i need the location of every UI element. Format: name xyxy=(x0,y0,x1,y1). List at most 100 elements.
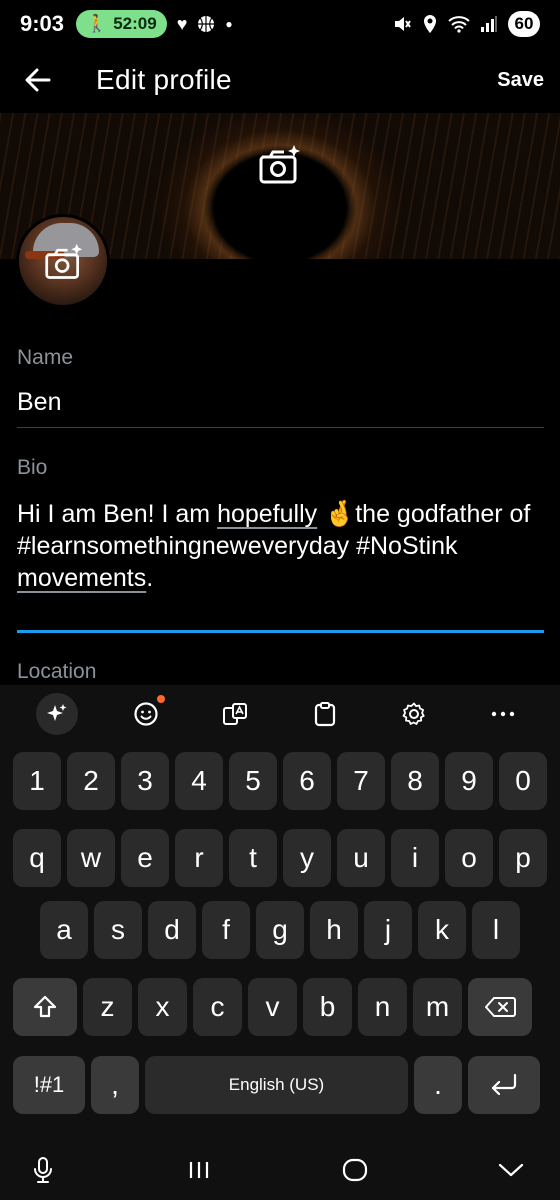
key-v[interactable]: v xyxy=(248,978,297,1036)
home-icon xyxy=(342,1158,368,1182)
signal-icon xyxy=(481,16,497,32)
enter-key[interactable] xyxy=(468,1056,540,1114)
shift-key[interactable] xyxy=(13,978,77,1036)
key-f[interactable]: f xyxy=(202,901,250,959)
basketball-icon xyxy=(198,16,215,32)
key-h[interactable]: h xyxy=(310,901,358,959)
symbols-key[interactable]: !#1 xyxy=(13,1056,85,1114)
battery-level: 60 xyxy=(508,11,540,37)
qwerty-row: q w e r t y u i o p xyxy=(0,829,560,887)
notification-icons: ♥ ● xyxy=(177,14,233,35)
bio-suggestion-word[interactable]: hopefully xyxy=(217,500,317,528)
name-label: Name xyxy=(17,346,74,369)
bio-text: Hi I am Ben! I am xyxy=(17,500,218,528)
space-key[interactable]: English (US) xyxy=(145,1056,408,1114)
location-field[interactable]: Location xyxy=(17,660,544,684)
key-u[interactable]: u xyxy=(337,829,385,887)
key-x[interactable]: x xyxy=(138,978,187,1036)
dot-icon: ● xyxy=(225,17,233,31)
key-o[interactable]: o xyxy=(445,829,493,887)
period-key[interactable]: . xyxy=(414,1056,462,1114)
key-c[interactable]: c xyxy=(193,978,242,1036)
key-z[interactable]: z xyxy=(83,978,132,1036)
key-p[interactable]: p xyxy=(499,829,547,887)
key-n[interactable]: n xyxy=(358,978,407,1036)
key-q[interactable]: q xyxy=(13,829,61,887)
enter-icon xyxy=(491,1073,517,1096)
comma-key[interactable]: , xyxy=(91,1056,139,1114)
key-1[interactable]: 1 xyxy=(13,752,61,810)
recents-icon xyxy=(189,1162,209,1178)
bio-text: . xyxy=(146,564,154,592)
camera-add-icon[interactable] xyxy=(44,242,84,282)
key-g[interactable]: g xyxy=(256,901,304,959)
backspace-icon xyxy=(485,997,516,1017)
recents-button[interactable] xyxy=(174,1150,224,1190)
sparkle-button[interactable] xyxy=(35,693,78,735)
space-row: !#1 , English (US) . xyxy=(0,1056,560,1114)
voice-input-button[interactable] xyxy=(18,1150,68,1190)
key-m[interactable]: m xyxy=(413,978,462,1036)
keyboard-toolbar xyxy=(0,685,560,743)
translate-button[interactable] xyxy=(214,693,256,735)
key-t[interactable]: t xyxy=(229,829,277,887)
shift-icon xyxy=(33,995,57,1018)
bio-input[interactable]: Hi I am Ben! I am hopefully 🤞the godfath… xyxy=(17,498,544,594)
more-icon xyxy=(492,711,515,717)
location-label: Location xyxy=(17,660,97,683)
hide-keyboard-button[interactable] xyxy=(486,1150,536,1190)
emoji-button[interactable] xyxy=(125,693,167,735)
arrow-left-icon xyxy=(25,68,51,92)
avatar[interactable] xyxy=(16,214,110,308)
key-4[interactable]: 4 xyxy=(175,752,223,810)
key-6[interactable]: 6 xyxy=(283,752,331,810)
save-button[interactable]: Save xyxy=(497,69,544,92)
key-w[interactable]: w xyxy=(67,829,115,887)
back-button[interactable] xyxy=(6,48,70,112)
bio-emoji: 🤞 xyxy=(324,500,356,528)
key-9[interactable]: 9 xyxy=(445,752,493,810)
walk-timer: 52:09 xyxy=(113,14,157,33)
key-r[interactable]: r xyxy=(175,829,223,887)
bottom-letter-row: z x c v b n m xyxy=(0,978,560,1036)
name-input[interactable]: Ben xyxy=(17,386,544,418)
key-k[interactable]: k xyxy=(418,901,466,959)
key-2[interactable]: 2 xyxy=(67,752,115,810)
emoji-icon xyxy=(134,702,158,726)
notification-dot xyxy=(156,695,165,703)
home-button[interactable] xyxy=(330,1150,380,1190)
more-button[interactable] xyxy=(482,693,524,735)
name-field[interactable]: Name Ben xyxy=(17,346,544,428)
location-icon xyxy=(424,15,436,33)
microphone-icon xyxy=(34,1157,52,1183)
key-7[interactable]: 7 xyxy=(337,752,385,810)
key-l[interactable]: l xyxy=(472,901,520,959)
bio-suggestion-word[interactable]: movements xyxy=(17,564,146,592)
wifi-icon xyxy=(448,16,470,33)
key-j[interactable]: j xyxy=(364,901,412,959)
settings-icon xyxy=(402,702,425,725)
bio-field[interactable]: Bio Hi I am Ben! I am hopefully 🤞the god… xyxy=(17,456,544,633)
key-a[interactable]: a xyxy=(40,901,88,959)
key-d[interactable]: d xyxy=(148,901,196,959)
key-8[interactable]: 8 xyxy=(391,752,439,810)
chevron-down-icon xyxy=(498,1163,524,1177)
key-e[interactable]: e xyxy=(121,829,169,887)
keyboard: 1 2 3 4 5 6 7 8 9 0 q w e r t y u i o p … xyxy=(0,685,560,1140)
key-3[interactable]: 3 xyxy=(121,752,169,810)
key-0[interactable]: 0 xyxy=(499,752,547,810)
app-bar: Edit profile Save xyxy=(0,48,560,112)
key-b[interactable]: b xyxy=(303,978,352,1036)
system-nav-bar xyxy=(0,1140,560,1200)
key-s[interactable]: s xyxy=(94,901,142,959)
key-5[interactable]: 5 xyxy=(229,752,277,810)
key-y[interactable]: y xyxy=(283,829,331,887)
home-row: a s d f g h j k l xyxy=(0,901,560,959)
backspace-key[interactable] xyxy=(468,978,532,1036)
camera-add-icon[interactable] xyxy=(258,143,302,187)
bio-label: Bio xyxy=(17,456,48,479)
clipboard-button[interactable] xyxy=(304,693,346,735)
heart-icon: ♥ xyxy=(176,13,188,34)
key-i[interactable]: i xyxy=(391,829,439,887)
settings-button[interactable] xyxy=(393,693,435,735)
